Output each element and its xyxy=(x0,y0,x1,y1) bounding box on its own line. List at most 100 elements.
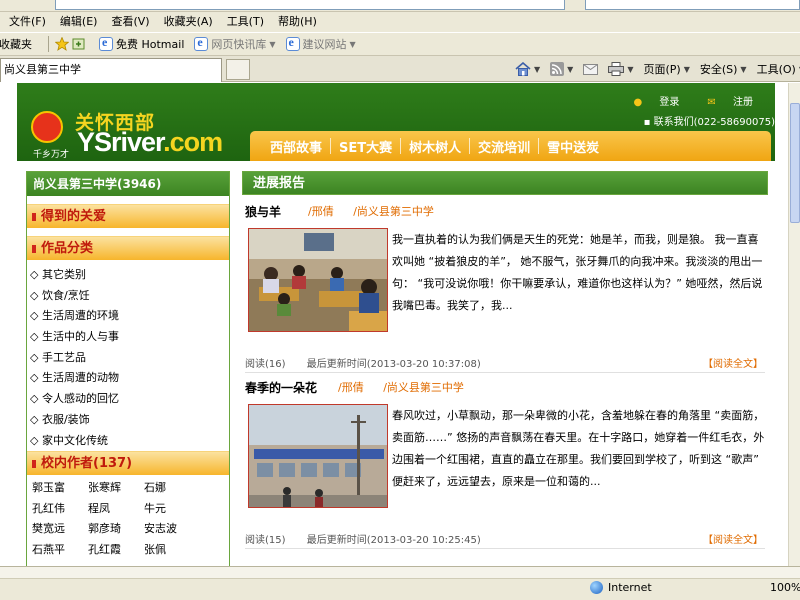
scrollbar-thumb[interactable] xyxy=(790,103,800,223)
nav-west-stories[interactable]: 西部故事 xyxy=(262,137,330,156)
article-title[interactable]: 狼与羊 xyxy=(245,203,281,220)
fav-link-webslice[interactable]: 网页快讯库 ▼ xyxy=(194,35,276,52)
command-bar: ▼ ▼ ▼ 页面(P) ▼ 安全(S) ▼ 工具(O) ▼ xyxy=(505,56,800,82)
article-footer: 阅读(16) 最后更新时间(2013-03-20 10:37:08) 【阅读全文… xyxy=(245,355,765,373)
category-item[interactable]: ◇ 家中文化传统 xyxy=(30,431,229,452)
page-menu-button[interactable]: 页面(P) ▼ xyxy=(643,61,689,77)
tools-menu-button[interactable]: 工具(O) ▼ xyxy=(757,61,800,77)
category-item[interactable]: ◇ 手工艺品 xyxy=(30,348,229,369)
fav-link-hotmail[interactable]: 免费 Hotmail xyxy=(99,35,184,52)
contact-link[interactable]: ▪ 联系我们(022-58690075) xyxy=(644,113,775,128)
menu-file[interactable]: 文件(F) xyxy=(2,12,53,32)
left-sidebar: 尚义县第三中学(3946) 得到的关爱 作品分类 ◇ 其它类别 ◇ 饮食/烹饪 … xyxy=(26,171,230,566)
category-item[interactable]: ◇ 饮食/烹饪 xyxy=(30,286,229,307)
site-logo[interactable]: 关怀西部 YSriver.com 千乡万才 xyxy=(31,105,261,161)
mail-button[interactable] xyxy=(583,63,599,75)
author-link[interactable]: 石燕平 xyxy=(32,540,88,561)
article-thumbnail[interactable] xyxy=(248,228,388,332)
rss-icon xyxy=(550,62,565,76)
tab-title: 尚义县第三中学 xyxy=(4,63,81,76)
mail-icon: ✉ xyxy=(707,97,716,108)
home-icon xyxy=(515,62,531,76)
nav-divider xyxy=(469,138,471,154)
read-count: 阅读(15) xyxy=(245,535,286,546)
author-link[interactable]: 张寒辉 xyxy=(88,478,144,499)
category-item[interactable]: ◇ 生活中的人与事 xyxy=(30,327,229,348)
zone-label: Internet xyxy=(608,581,652,594)
logo-emblem-icon xyxy=(31,111,63,143)
author-link[interactable]: 安志波 xyxy=(144,519,200,540)
safety-menu-button[interactable]: 安全(S) ▼ xyxy=(700,61,747,77)
article-author[interactable]: /邢倩 xyxy=(308,205,334,218)
tools-menu-label: 工具(O) xyxy=(756,63,796,76)
home-button[interactable]: ▼ xyxy=(515,62,540,76)
menu-help[interactable]: 帮助(H) xyxy=(271,12,324,32)
menu-tools[interactable]: 工具(T) xyxy=(220,12,271,32)
search-input[interactable] xyxy=(585,0,800,10)
nav-charity[interactable]: 雪中送炭 xyxy=(539,137,607,156)
care-section-header[interactable]: 得到的关爱 xyxy=(27,204,229,228)
fav-link-suggested[interactable]: 建议网站 ▼ xyxy=(285,35,356,52)
favorites-bar: 收藏夹 免费 Hotmail 网页快讯库 ▼ 建议网站 ▼ xyxy=(0,32,800,56)
category-item[interactable]: ◇ 其它类别 xyxy=(30,265,229,286)
vertical-scrollbar[interactable] xyxy=(788,83,800,566)
tab-current[interactable]: 尚义县第三中学 xyxy=(0,58,222,82)
favorites-button[interactable]: 收藏夹 xyxy=(0,36,32,52)
street-photo xyxy=(249,405,387,507)
new-tab-button[interactable] xyxy=(226,59,250,80)
read-more-link[interactable]: 【阅读全文】 xyxy=(703,355,763,370)
category-item[interactable]: ◇ 生活周遭的环境 xyxy=(30,306,229,327)
authors-section-header[interactable]: 校内作者(137) xyxy=(27,451,229,476)
author-link[interactable]: 郭彦琦 xyxy=(88,519,144,540)
school-title[interactable]: 尚义县第三中学(3946) xyxy=(27,172,229,196)
menu-edit[interactable]: 编辑(E) xyxy=(53,12,105,32)
nav-set-contest[interactable]: SET大赛 xyxy=(331,137,400,156)
category-item[interactable]: ◇ 生活周遭的动物 xyxy=(30,368,229,389)
author-list: 郭玉富 张寒辉 石娜 孔红伟 程凤 牛元 樊宽远 郭彦琦 安志波 石燕平 孔红霞… xyxy=(27,475,229,560)
section-title: 进展报告 xyxy=(242,171,768,195)
address-bar-strip xyxy=(0,0,800,12)
article-thumbnail[interactable] xyxy=(248,404,388,508)
horizontal-scrollbar[interactable] xyxy=(0,567,800,579)
article-meta: /邢倩 /尚义县第三中学 xyxy=(308,203,450,219)
ie-page-icon xyxy=(99,35,113,51)
author-link[interactable]: 石娜 xyxy=(144,478,200,499)
category-item[interactable]: ◇ 令人感动的回忆 xyxy=(30,389,229,410)
author-link[interactable]: 郭玉富 xyxy=(32,478,88,499)
print-button[interactable]: ▼ xyxy=(608,62,633,76)
register-label: 注册 xyxy=(733,97,753,108)
login-link[interactable]: ● 登录 xyxy=(620,93,680,108)
article-school[interactable]: /尚义县第三中学 xyxy=(353,205,434,218)
status-bar: Internet 100% xyxy=(0,566,800,600)
ie-page-icon xyxy=(194,35,209,51)
article-school[interactable]: /尚义县第三中学 xyxy=(383,381,464,394)
menu-bar: 文件(F) 编辑(E) 查看(V) 收藏夹(A) 工具(T) 帮助(H) xyxy=(0,12,800,32)
add-favorite-button[interactable] xyxy=(55,37,89,51)
author-link[interactable]: 张佩 xyxy=(144,540,200,561)
menu-view[interactable]: 查看(V) xyxy=(104,12,156,32)
security-zone[interactable]: Internet xyxy=(590,581,652,594)
article-author[interactable]: /邢倩 xyxy=(338,381,364,394)
zoom-level[interactable]: 100% xyxy=(770,581,800,594)
author-link[interactable]: 樊宽远 xyxy=(32,519,88,540)
logo-text-en: YSriver.com xyxy=(77,127,223,158)
printer-icon xyxy=(608,62,625,76)
author-link[interactable]: 孔红伟 xyxy=(32,499,88,520)
mail-icon xyxy=(583,63,599,75)
last-updated: 最后更新时间(2013-03-20 10:37:08) xyxy=(306,359,481,370)
author-link[interactable]: 程凤 xyxy=(88,499,144,520)
article-title[interactable]: 春季的一朵花 xyxy=(245,379,317,396)
author-link[interactable]: 牛元 xyxy=(144,499,200,520)
nav-tree-people[interactable]: 树木树人 xyxy=(401,137,469,156)
read-more-link[interactable]: 【阅读全文】 xyxy=(703,531,763,546)
register-link[interactable]: ✉ 注册 xyxy=(693,93,753,108)
address-input[interactable] xyxy=(55,0,565,10)
category-item[interactable]: ◇ 衣服/装饰 xyxy=(30,410,229,431)
menu-favorites[interactable]: 收藏夹(A) xyxy=(157,12,220,32)
author-link[interactable]: 孔红霞 xyxy=(88,540,144,561)
chevron-down-icon: ▼ xyxy=(567,64,574,74)
nav-training[interactable]: 交流培训 xyxy=(470,137,538,156)
last-updated: 最后更新时间(2013-03-20 10:25:45) xyxy=(306,535,481,546)
chevron-down-icon: ▼ xyxy=(740,64,747,74)
feeds-button[interactable]: ▼ xyxy=(550,62,573,76)
